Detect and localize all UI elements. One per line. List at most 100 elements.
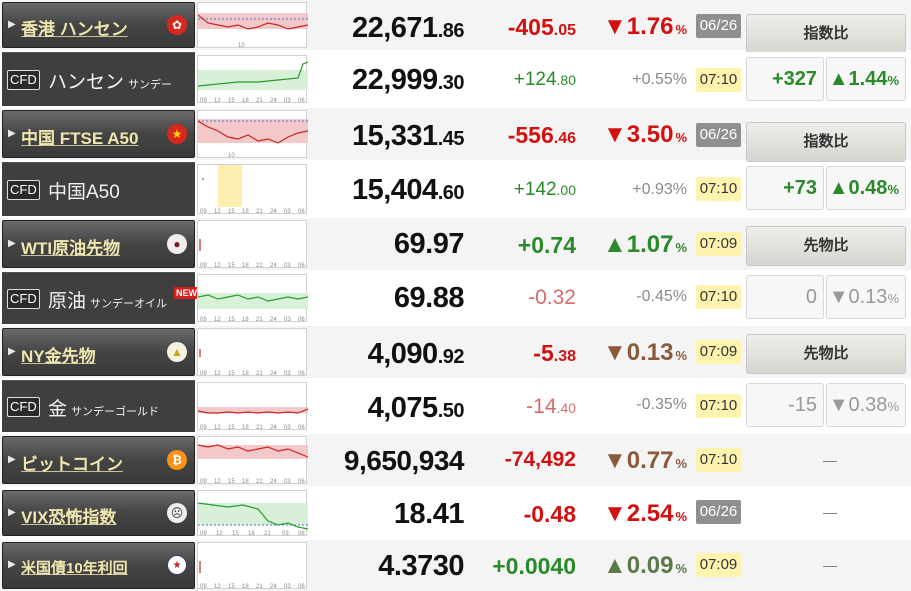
update-time: 07:10 [696,177,741,201]
name-button-hangseng[interactable]: ▶ 香港 ハンセン ✿ [2,2,195,48]
compare-index-button[interactable]: 指数比 [746,14,906,54]
update-time: 07:10 [696,394,741,418]
name-button-us10y[interactable]: ▶ 米国債10年利回 ★ [2,542,195,589]
svg-text:06: 06 [298,371,305,377]
mini-chart-cfd-hangseng[interactable]: 09 12 15 18 21 24 03 06 [197,55,308,104]
name-label: ハンセン サンデー [48,72,173,93]
update-time: 07:09 [696,553,741,577]
svg-text:18: 18 [242,209,249,215]
svg-text:03: 03 [284,317,291,323]
change-percent: ▲1.07% [602,231,687,258]
diff-percent: ▲1.44% [826,57,906,101]
svg-text:09: 09 [200,209,207,215]
row-cfd-china-a50: CFD 中国A50 09 12 15 18 21 24 03 06 15,404.60 +14… [0,162,911,216]
svg-text:21: 21 [256,425,263,431]
tick-label: 10 [238,43,245,49]
svg-text:18: 18 [242,98,249,104]
empty-dash: — [823,557,837,573]
svg-text:24: 24 [270,371,277,377]
play-icon: ▶ [8,128,16,139]
price: 22,671.86 [351,12,465,44]
mini-chart-cfd-oil[interactable]: 09 12 15 18 21 24 03 06 [197,274,308,323]
cfd-tag: CFD [7,397,40,417]
change: -5.38 [533,340,576,366]
change-percent: ▲0.09% [602,552,687,579]
name-cell-cfd-hangseng[interactable]: CFD ハンセン サンデー [2,52,195,106]
gold-bar-icon: ▲ [167,342,187,362]
play-icon: ▶ [8,454,16,465]
price: 4,090.92 [367,338,465,370]
price: 4.3730 [378,550,464,582]
mini-chart-wti[interactable]: 09 12 15 18 21 24 03 06 [197,220,307,269]
name-cell-cfd-china-a50[interactable]: CFD 中国A50 [2,162,195,216]
svg-text:18: 18 [242,479,249,485]
svg-text:12: 12 [214,584,221,590]
name-cell-cfd-oil[interactable]: CFD 原油 サンデーオイル NEW [2,272,199,324]
svg-text:12: 12 [214,425,221,431]
name-button-china-a50[interactable]: ▶ 中国 FTSE A50 ★ [2,110,195,158]
svg-text:12: 12 [214,263,221,269]
row-wti: ▶ WTI原油先物 ● 09 12 15 18 21 24 03 06 69.97 +0.74… [0,218,911,270]
new-badge: NEW [174,287,199,299]
row-ny-gold: ▶ NY金先物 ▲ 09 12 15 18 21 24 03 06 4,090.92 -5.3… [0,326,911,378]
change: +0.74 [517,232,576,258]
svg-text:09: 09 [200,263,207,269]
mini-chart-us10y[interactable]: 09 12 15 18 21 24 03 06 [197,542,307,590]
svg-text:12: 12 [214,98,221,104]
diff-value: -15 [746,383,824,427]
update-time: 06/26 [696,500,741,524]
change: -0.48 [523,501,576,527]
mini-chart-china-a50[interactable]: 10 [197,110,308,159]
empty-dash: — [823,452,837,468]
svg-text:06: 06 [298,584,305,590]
compare-futures-button[interactable]: 先物比 [746,226,906,266]
svg-text:09: 09 [200,317,207,323]
mini-chart-vix[interactable]: 09 12 15 18 21 03 06 [197,490,308,537]
mini-chart-hangseng[interactable]: 10 [197,2,308,49]
name-button-bitcoin[interactable]: ▶ ビットコイン ₿ [2,436,195,484]
price: 69.88 [393,282,465,314]
change: -14.40 [526,395,576,418]
mini-chart-ny-gold[interactable]: 09 12 15 18 21 24 03 06 [197,328,307,377]
price: 15,404.60 [351,174,465,206]
play-icon: ▶ [8,238,16,249]
hongkong-flag-icon: ✿ [167,15,187,35]
svg-text:15: 15 [228,584,235,590]
svg-text:03: 03 [284,371,291,377]
svg-text:09: 09 [200,98,207,104]
svg-text:24: 24 [270,98,277,104]
price: 9,650,934 [343,445,465,476]
name-label: 米国債10年利回 [21,560,128,577]
svg-text:24: 24 [270,209,277,215]
mini-chart-cfd-gold[interactable]: 09 12 15 18 21 24 03 06 [197,382,308,431]
fear-face-icon: ☹ [167,503,187,523]
china-flag-icon: ★ [167,124,187,144]
name-cell-cfd-gold[interactable]: CFD 金サンデーゴールド [2,380,195,432]
svg-text:15: 15 [232,531,239,537]
svg-text:03: 03 [284,479,291,485]
svg-text:06: 06 [298,479,305,485]
name-button-ny-gold[interactable]: ▶ NY金先物 ▲ [2,328,195,376]
change: +0.0040 [492,553,576,579]
mini-chart-bitcoin[interactable]: 09 12 15 18 21 24 03 06 [197,436,308,485]
price: 22,999.30 [351,64,465,96]
row-us10y: ▶ 米国債10年利回 ★ 09 12 15 18 21 24 03 06 4.3730 +0.… [0,540,911,591]
mini-chart-cfd-china-a50[interactable]: 09 12 15 18 21 24 03 06 [197,164,307,215]
name-label: 原油 サンデーオイル [48,291,168,312]
play-icon: ▶ [8,19,16,30]
compare-index-button[interactable]: 指数比 [746,122,906,162]
svg-text:06: 06 [298,263,305,269]
compare-futures-button[interactable]: 先物比 [746,334,906,374]
name-button-vix[interactable]: ▶ VIX恐怖指数 ☹ [2,490,195,536]
svg-text:18: 18 [242,425,249,431]
name-button-wti[interactable]: ▶ WTI原油先物 ● [2,220,195,268]
svg-text:15: 15 [228,479,235,485]
svg-text:12: 12 [214,317,221,323]
update-time: 07:10 [696,68,741,92]
row-cfd-gold: CFD 金サンデーゴールド 09 12 15 18 21 24 03 06 4,075.50 … [0,380,911,432]
update-time: 06/26 [696,123,741,147]
svg-text:24: 24 [270,263,277,269]
svg-text:03: 03 [282,531,289,537]
row-vix: ▶ VIX恐怖指数 ☹ 09 12 15 18 21 03 06 18.41 -0.48 ▼… [0,488,911,538]
change: +142.00 [513,179,576,200]
